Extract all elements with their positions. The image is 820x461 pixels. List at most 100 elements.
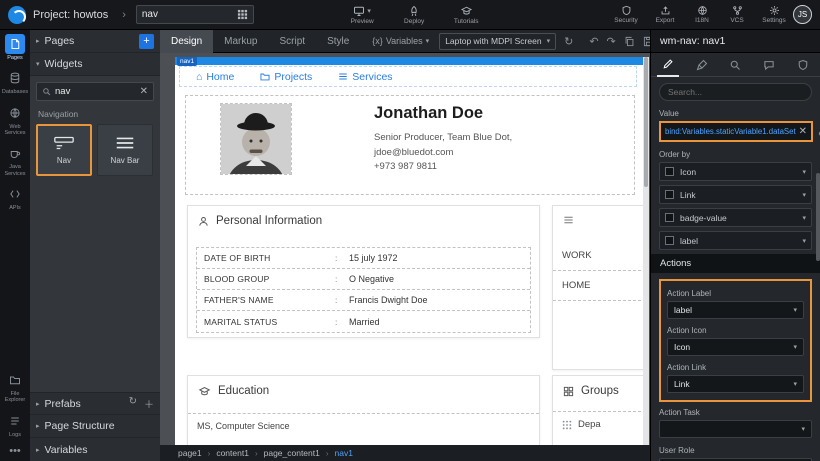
checkbox[interactable] <box>665 213 674 222</box>
chevron-down-icon[interactable]: ▾ <box>802 237 806 245</box>
properties-tab-search[interactable] <box>724 53 746 77</box>
variables-button[interactable]: {x} Variables ▾ <box>372 36 429 46</box>
pages-section-header[interactable]: ▸ Pages + <box>30 30 160 53</box>
checkbox[interactable] <box>665 167 674 176</box>
personal-info-panel[interactable]: Personal Information DATE OF BIRTH : 15 … <box>187 205 540 338</box>
widget-tile-navbar[interactable]: Nav Bar <box>97 124 153 176</box>
widget-search-input[interactable] <box>55 86 140 97</box>
groups-row[interactable]: Depa <box>553 411 643 437</box>
properties-tab-edit[interactable] <box>657 53 679 77</box>
settings-button[interactable]: Settings <box>759 5 789 24</box>
properties-tab-style[interactable] <box>691 53 713 77</box>
graduation-cap-icon <box>198 386 211 397</box>
sidebar-item-java-services[interactable]: Java Services <box>0 143 30 177</box>
clear-search-icon[interactable]: ✕ <box>140 86 148 97</box>
personal-info-table[interactable]: DATE OF BIRTH : 15 july 1972 BLOOD GROUP… <box>196 247 531 333</box>
breadcrumb-nav1[interactable]: nav1 <box>335 448 353 458</box>
profile-section[interactable]: Jonathan Doe Senior Producer, Team Blue … <box>185 95 635 195</box>
checkbox[interactable] <box>665 236 674 245</box>
prefabs-section-header[interactable]: ▸ Prefabs ↻ ＋ <box>30 392 160 415</box>
order-by-item-badge-value[interactable]: badge-value ▾ <box>659 208 812 227</box>
property-search-input[interactable] <box>668 87 803 97</box>
table-row[interactable]: FATHER'S NAME : Francis Dwight Doe <box>197 290 530 311</box>
contact-row[interactable]: HOME <box>553 271 643 301</box>
clear-binding-icon[interactable]: ✕ <box>799 126 807 137</box>
order-by-item-icon[interactable]: Icon ▾ <box>659 162 812 181</box>
tutorials-button[interactable]: Tutorials <box>449 5 483 25</box>
sidebar-item-databases[interactable]: Databases <box>0 68 30 95</box>
deploy-button[interactable]: Deploy <box>397 5 431 25</box>
i18n-button[interactable]: I18N <box>689 5 715 24</box>
refresh-prefabs-icon[interactable]: ↻ <box>129 396 137 411</box>
sidebar-item-file-explorer[interactable]: File Explorer <box>0 370 30 404</box>
contact-panel[interactable]: WORK HOME <box>552 205 643 370</box>
properties-tab-events[interactable] <box>758 53 780 77</box>
tab-script[interactable]: Script <box>269 30 317 53</box>
nav-item-home[interactable]: ⌂ Home <box>196 71 234 83</box>
widget-tile-nav[interactable]: Nav <box>36 124 92 176</box>
table-row[interactable]: BLOOD GROUP : O Negative <box>197 269 530 290</box>
page-structure-section-header[interactable]: ▸ Page Structure <box>30 415 160 438</box>
tab-style[interactable]: Style <box>316 30 360 53</box>
table-row[interactable]: DATE OF BIRTH : 15 july 1972 <box>197 248 530 269</box>
nav-item-services[interactable]: Services <box>338 71 392 83</box>
sidebar-item-logs[interactable]: Logs <box>0 411 30 438</box>
quick-nav-input[interactable] <box>136 5 254 24</box>
variables-section-header[interactable]: ▸ Variables <box>30 438 160 461</box>
selected-widget-highlight[interactable] <box>175 57 643 65</box>
panel-scrollbar[interactable] <box>816 173 820 261</box>
chevron-down-icon[interactable]: ▾ <box>802 214 806 222</box>
education-panel[interactable]: Education MS, Computer Science <box>187 375 540 445</box>
action-label-select[interactable]: label ▾ <box>667 301 804 319</box>
tab-markup[interactable]: Markup <box>213 30 268 53</box>
widgets-section-header[interactable]: ▾ Widgets <box>30 53 160 76</box>
order-by-item-link[interactable]: Link ▾ <box>659 185 812 204</box>
breadcrumb-content1[interactable]: content1 <box>216 448 249 458</box>
canvas-scrollbar[interactable] <box>643 57 649 445</box>
profile-photo[interactable] <box>221 104 291 174</box>
projects-folder-icon <box>260 72 270 81</box>
security-button[interactable]: Security <box>611 5 641 24</box>
design-canvas[interactable]: nav1 ⌂ Home Projects Services <box>160 53 650 461</box>
action-task-select[interactable]: ▾ <box>659 420 812 438</box>
copy-page-icon[interactable] <box>624 36 635 47</box>
quick-nav-field[interactable] <box>142 9 237 20</box>
more-options-icon[interactable]: ••• <box>9 445 21 457</box>
device-selector[interactable]: Laptop with MDPI Screen ▾ <box>439 33 556 50</box>
tab-design[interactable]: Design <box>160 30 213 53</box>
action-icon-select[interactable]: Icon ▾ <box>667 338 804 356</box>
page-preview[interactable]: nav1 ⌂ Home Projects Services <box>175 57 643 445</box>
table-row[interactable]: MARITAL STATUS : Married <box>197 311 530 332</box>
action-link-select[interactable]: Link ▾ <box>667 375 804 393</box>
widget-search-box[interactable]: ✕ <box>36 82 154 101</box>
properties-tab-security[interactable] <box>792 53 814 77</box>
contact-row[interactable]: WORK <box>553 241 643 271</box>
chevron-down-icon[interactable]: ▾ <box>802 191 806 199</box>
sidebar-item-apis[interactable]: APIs <box>0 184 30 211</box>
nav-widget[interactable]: ⌂ Home Projects Services <box>179 66 637 87</box>
nav-item-projects[interactable]: Projects <box>260 71 312 83</box>
vcs-button[interactable]: VCS <box>725 5 749 24</box>
topbar-center-actions: ▾ Preview Deploy Tutorials <box>345 5 483 25</box>
sidebar-item-pages[interactable]: Pages <box>0 34 30 61</box>
app-grid-icon[interactable] <box>237 9 248 20</box>
undo-icon[interactable]: ↶ <box>589 35 598 48</box>
wavemaker-logo-icon[interactable] <box>8 6 26 24</box>
education-row[interactable]: MS, Computer Science <box>188 413 539 437</box>
chevron-down-icon[interactable]: ▾ <box>802 168 806 176</box>
preview-button[interactable]: ▾ Preview <box>345 5 379 25</box>
breadcrumb-page1[interactable]: page1 <box>178 448 202 458</box>
order-by-item-label[interactable]: label ▾ <box>659 231 812 250</box>
export-button[interactable]: Export <box>651 5 679 24</box>
user-avatar[interactable]: JS <box>793 5 812 24</box>
breadcrumb-page-content1[interactable]: page_content1 <box>264 448 320 458</box>
value-binding-field[interactable]: bind:Variables.staticVariable1.dataSet ✕ <box>659 121 813 142</box>
property-search-box[interactable] <box>659 83 812 101</box>
groups-panel[interactable]: Groups Depa <box>552 375 643 445</box>
redo-icon[interactable]: ↷ <box>607 35 616 48</box>
sidebar-item-web-services[interactable]: Web Services <box>0 103 30 137</box>
add-prefab-icon[interactable]: ＋ <box>144 396 154 411</box>
rotate-device-icon[interactable]: ↻ <box>564 35 573 48</box>
checkbox[interactable] <box>665 190 674 199</box>
add-page-button[interactable]: + <box>139 34 154 49</box>
